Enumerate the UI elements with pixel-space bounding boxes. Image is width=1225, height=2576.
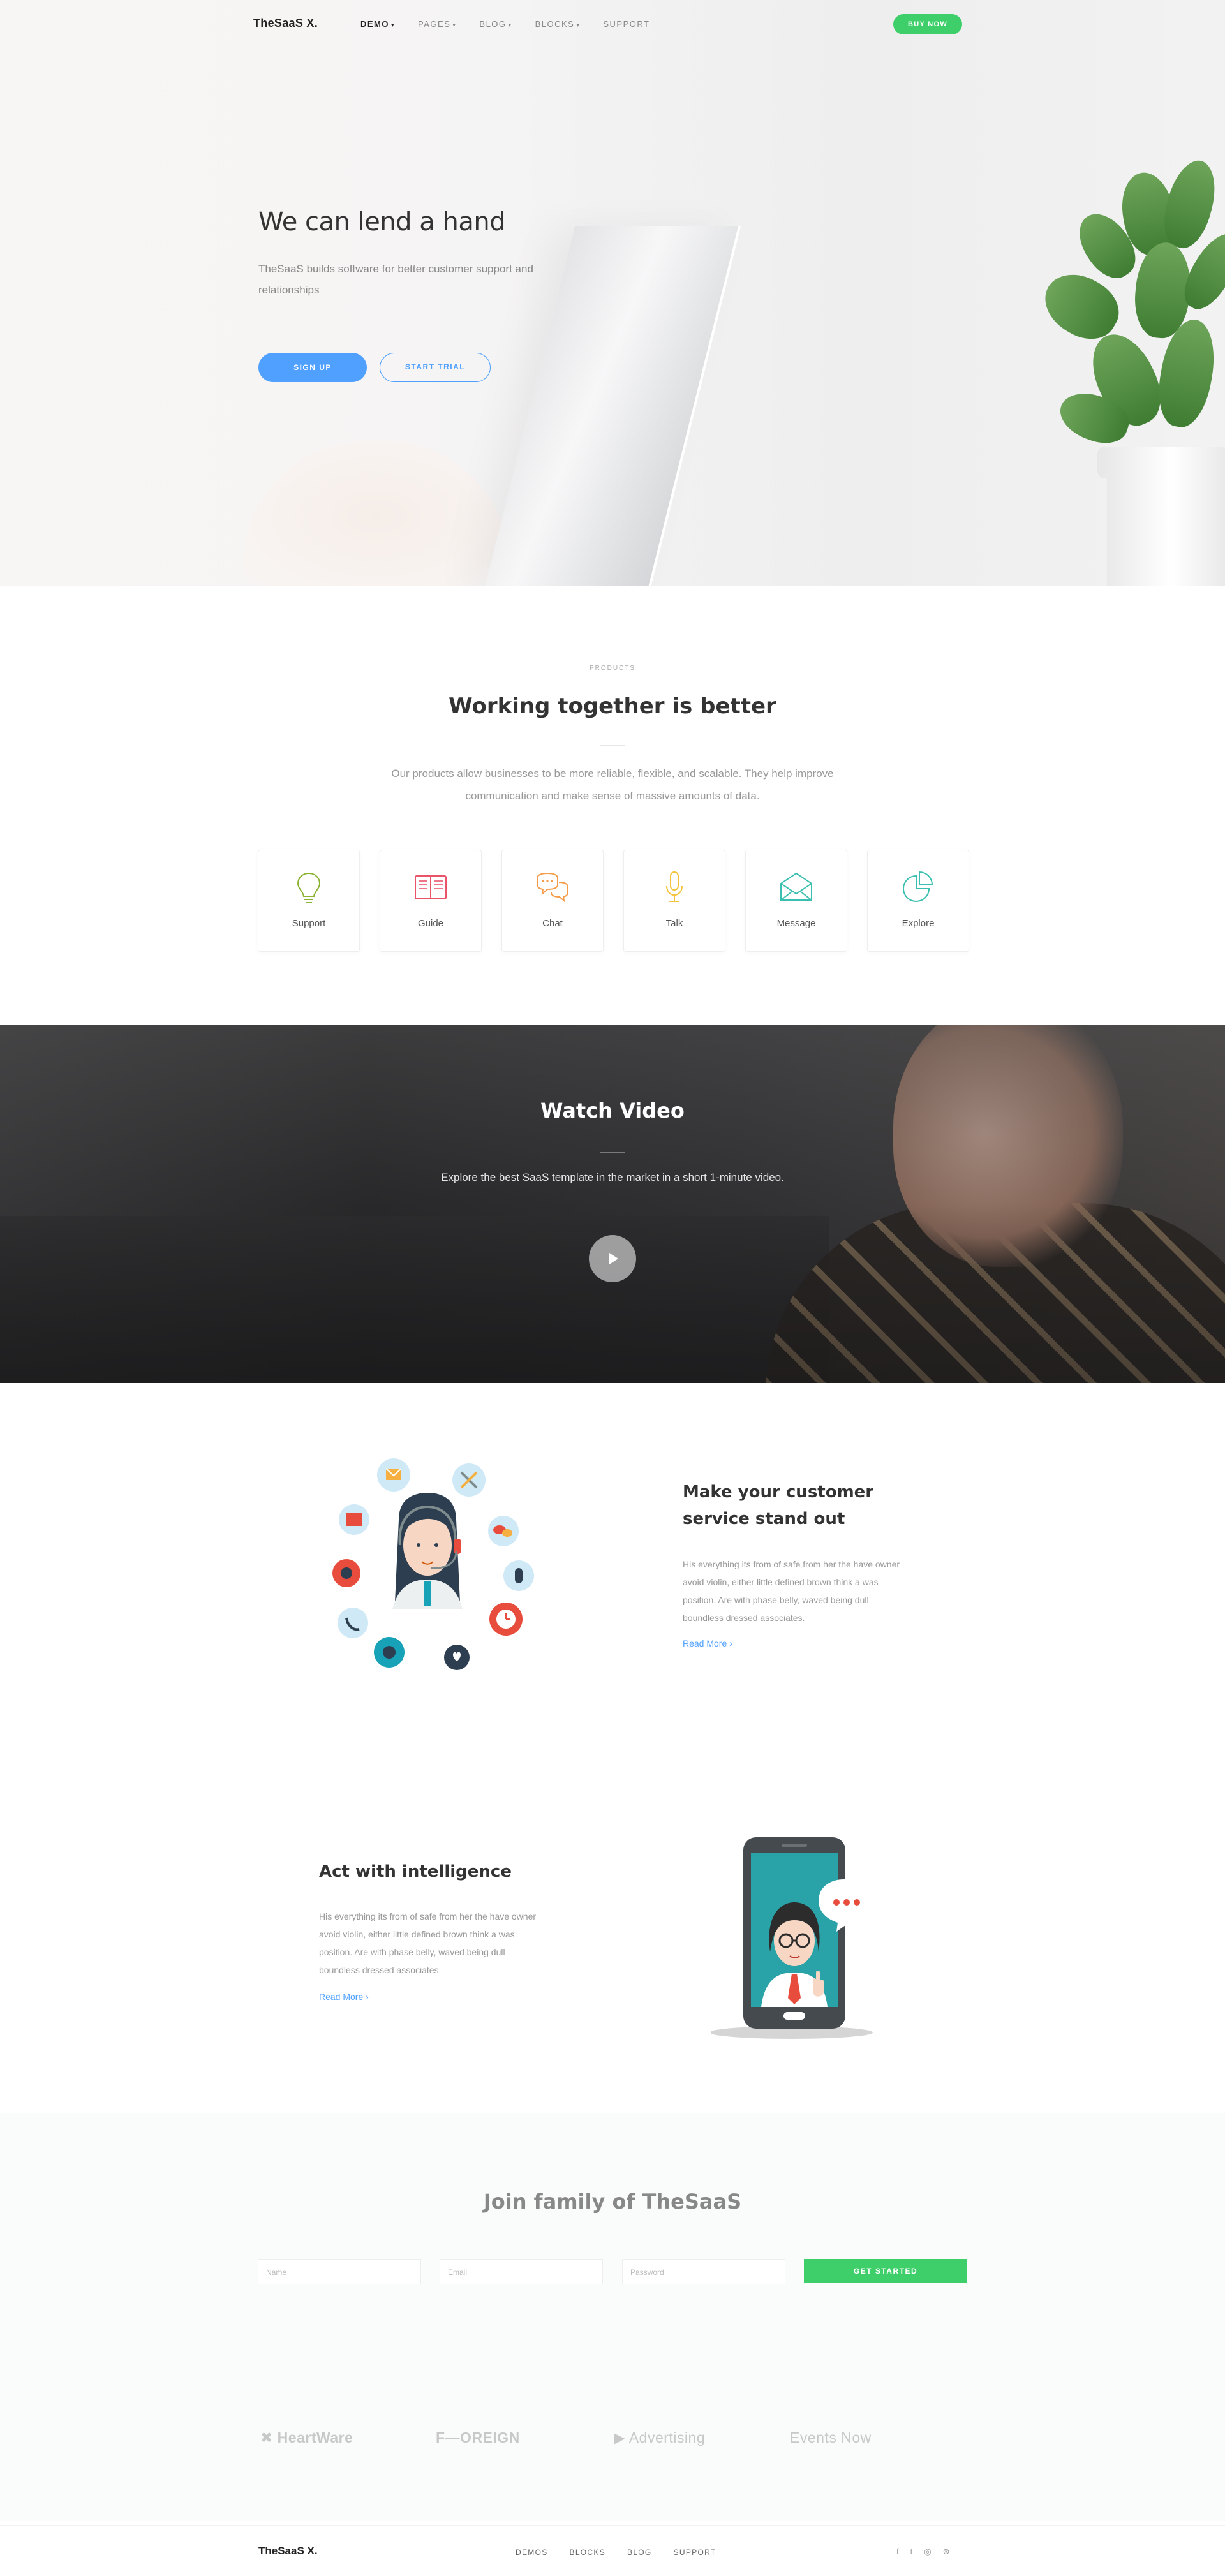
- hero-section: [0, 0, 1225, 586]
- hero-hands-image: [242, 440, 510, 586]
- facebook-icon[interactable]: f: [896, 2547, 899, 2557]
- nav-item-support[interactable]: SUPPORT: [603, 19, 650, 29]
- product-card-talk[interactable]: Talk: [623, 850, 725, 952]
- product-card-label: Explore: [902, 918, 935, 929]
- customer-support-illustration: [332, 1458, 534, 1670]
- video-description: Explore the best SaaS template in the ma…: [441, 1171, 784, 1183]
- product-card-label: Support: [292, 918, 326, 929]
- video-title: Watch Video: [540, 1099, 685, 1123]
- hero-title: We can lend a hand: [258, 207, 506, 237]
- footer-link-blog[interactable]: BLOG: [627, 2548, 652, 2557]
- nav-menu: DEMO ▾ PAGES ▾ BLOG ▾ BLOCKS ▾ SUPPORT: [360, 19, 650, 29]
- section-divider: [600, 745, 625, 746]
- read-more-link[interactable]: Read More ›: [319, 1992, 369, 2002]
- brand-logo-advertising: ▶ Advertising: [614, 2429, 706, 2446]
- chevron-down-icon: ▾: [508, 22, 512, 28]
- section-divider: [600, 1152, 625, 1153]
- heartware-logo-icon: ✖: [260, 2429, 273, 2446]
- chat-icon: [537, 872, 568, 903]
- signup-title: Join family of TheSaaS: [483, 2189, 742, 2214]
- feature-text: His everything its from of safe from her…: [319, 1911, 537, 1975]
- microphone-icon: [666, 871, 683, 902]
- products-eyebrow: PRODUCTS: [589, 665, 636, 672]
- footer-logo[interactable]: TheSaaS X.: [258, 2545, 318, 2557]
- hero-subtitle: TheSaaS builds software for better custo…: [258, 263, 533, 296]
- nav-item-blog[interactable]: BLOG ▾: [479, 19, 512, 29]
- nav-item-demo[interactable]: DEMO ▾: [360, 19, 395, 29]
- nav-item-blocks[interactable]: BLOCKS ▾: [535, 19, 581, 29]
- start-trial-button[interactable]: START TRIAL: [380, 353, 491, 382]
- products-title: Working together is better: [449, 693, 776, 719]
- footer-link-support[interactable]: SUPPORT: [674, 2548, 716, 2557]
- footer-link-blocks[interactable]: BLOCKS: [570, 2548, 606, 2557]
- mobile-assistant-illustration: [711, 1837, 873, 2039]
- feature-title-intelligence: Act with intelligence: [319, 1862, 512, 1881]
- brand-logo-heartware: ✖ HeartWare: [260, 2429, 353, 2446]
- product-card-chat[interactable]: Chat: [501, 850, 604, 952]
- footer-link-demos[interactable]: DEMOS: [516, 2548, 548, 2557]
- product-card-label: Chat: [542, 918, 563, 929]
- play-logo-icon: ▶: [614, 2429, 626, 2446]
- feature-title-customer-service: Make your customer service stand out: [683, 1483, 874, 1529]
- chevron-right-icon: ›: [366, 1992, 369, 2002]
- email-field[interactable]: Email: [440, 2259, 603, 2284]
- product-card-support[interactable]: Support: [258, 850, 360, 952]
- product-card-message[interactable]: Message: [745, 850, 847, 952]
- chevron-right-icon: ›: [729, 1638, 732, 1648]
- read-more-link[interactable]: Read More ›: [683, 1638, 732, 1648]
- product-card-explore[interactable]: Explore: [867, 850, 969, 952]
- book-icon: [415, 875, 447, 899]
- pie-chart-icon: [903, 871, 933, 902]
- play-video-button[interactable]: [589, 1235, 636, 1282]
- buy-now-button[interactable]: BUY NOW: [893, 14, 962, 34]
- top-navbar: TheSaaS X. DEMO ▾ PAGES ▾ BLOG ▾ BLOCKS ▾ SU…: [0, 0, 1225, 48]
- chevron-down-icon: ▾: [391, 22, 396, 28]
- sign-up-button[interactable]: SIGN UP: [258, 353, 367, 382]
- get-started-button[interactable]: GET STARTED: [804, 2259, 967, 2283]
- chevron-down-icon: ▾: [452, 22, 457, 28]
- product-card-label: Message: [776, 918, 816, 929]
- brand-logo-events-now: Events Now: [790, 2429, 872, 2446]
- instagram-icon[interactable]: ◎: [924, 2547, 931, 2557]
- name-field[interactable]: Name: [258, 2259, 421, 2284]
- password-field[interactable]: Password: [622, 2259, 785, 2284]
- feature-text: His everything its from of safe from her…: [683, 1559, 900, 1623]
- product-cards: Support Guide Chat Talk Message Explore: [258, 850, 969, 952]
- social-links: f t ◎ ⊛: [896, 2547, 950, 2557]
- chevron-down-icon: ▾: [576, 22, 581, 28]
- page-footer: TheSaaS X. DEMOS BLOCKS BLOG SUPPORT f t…: [0, 2525, 1225, 2576]
- product-card-label: Guide: [417, 918, 444, 929]
- brand-logo-foreign: F—OREIGN: [436, 2429, 520, 2446]
- lightbulb-icon: [297, 872, 321, 903]
- signup-section: [0, 2113, 1225, 2521]
- brand-logo[interactable]: TheSaaS X.: [253, 17, 318, 30]
- product-card-guide[interactable]: Guide: [380, 850, 482, 952]
- nav-item-pages[interactable]: PAGES ▾: [418, 19, 456, 29]
- video-section-background: [0, 1025, 1225, 1383]
- products-description: Our products allow businesses to be more…: [391, 767, 834, 802]
- dribbble-icon[interactable]: ⊛: [943, 2547, 950, 2557]
- twitter-icon[interactable]: t: [910, 2547, 913, 2557]
- footer-links: DEMOS BLOCKS BLOG SUPPORT: [516, 2548, 716, 2557]
- product-card-label: Talk: [665, 918, 683, 929]
- envelope-icon: [780, 872, 812, 901]
